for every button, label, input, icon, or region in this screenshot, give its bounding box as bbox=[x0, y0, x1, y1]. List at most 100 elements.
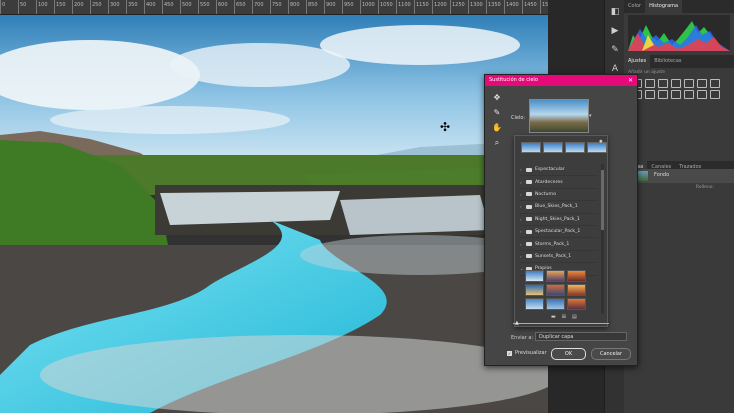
color-balance-icon[interactable] bbox=[710, 79, 720, 88]
ruler-label: 600 bbox=[218, 2, 228, 8]
layer-name: Fondo bbox=[654, 172, 670, 178]
ruler-tick bbox=[522, 0, 523, 14]
layer-row-fondo[interactable]: Fondo bbox=[624, 169, 734, 183]
ruler-tick bbox=[144, 0, 145, 14]
ruler-tick bbox=[252, 0, 253, 14]
exposure-icon[interactable] bbox=[671, 79, 681, 88]
folder-item[interactable]: › Spectacular_Pack_1 bbox=[520, 226, 598, 239]
curves-icon[interactable] bbox=[658, 79, 668, 88]
recent-presets bbox=[515, 136, 607, 153]
ruler-tick bbox=[90, 0, 91, 14]
tab-color[interactable]: Color bbox=[624, 0, 645, 13]
slider-knob-icon[interactable]: ▲ bbox=[515, 320, 519, 326]
ruler-label: 1050 bbox=[380, 2, 393, 8]
ruler-label: 1350 bbox=[488, 2, 501, 8]
tab-adjustments[interactable]: Ajustes bbox=[624, 55, 651, 68]
ruler-tick bbox=[378, 0, 379, 14]
recent-sky-4[interactable] bbox=[587, 142, 607, 153]
dialog-title-bar[interactable]: Sustitución de cielo ✕ bbox=[485, 75, 637, 86]
ruler-label: 400 bbox=[146, 2, 156, 8]
sky-thumbnail[interactable] bbox=[529, 99, 589, 133]
folder-label: Night_Skies_Pack_1 bbox=[535, 216, 580, 222]
move-cursor-icon: ✣ bbox=[440, 120, 451, 134]
sky-preset-thumb[interactable] bbox=[525, 270, 544, 282]
new-preset-icon[interactable]: ⊞ bbox=[562, 314, 566, 320]
output-label: Enviar a: bbox=[511, 335, 534, 341]
color-icon[interactable]: ◧ bbox=[608, 7, 622, 19]
photo-filter-icon[interactable] bbox=[645, 90, 655, 99]
recent-sky-1[interactable] bbox=[521, 142, 541, 153]
folder-item[interactable]: › Storms_Pack_1 bbox=[520, 238, 598, 251]
tab-histogram[interactable]: Histograma bbox=[645, 0, 683, 13]
custom-sky-grid bbox=[525, 270, 586, 310]
chevron-down-icon[interactable]: ▾ bbox=[589, 113, 592, 119]
ruler-label: 800 bbox=[290, 2, 300, 8]
folder-icon bbox=[526, 242, 532, 247]
preview-checkbox[interactable]: ✓ Previsualizar bbox=[507, 350, 547, 356]
folder-item[interactable]: › Sunsets_Pack_1 bbox=[520, 251, 598, 264]
thumb-size-slider[interactable] bbox=[513, 323, 609, 324]
gear-icon[interactable]: ✹ bbox=[599, 139, 603, 145]
recent-sky-2[interactable] bbox=[543, 142, 563, 153]
folder-label: Blue_Skies_Pack_1 bbox=[535, 204, 578, 210]
recent-sky-3[interactable] bbox=[565, 142, 585, 153]
dialog-title: Sustitución de cielo bbox=[489, 77, 538, 83]
folder-label: Spectacular_Pack_1 bbox=[535, 229, 581, 235]
ruler-tick bbox=[504, 0, 505, 14]
close-icon[interactable]: ✕ bbox=[628, 75, 633, 86]
ok-button[interactable]: OK bbox=[551, 348, 586, 360]
folder-item[interactable]: › Blue_Skies_Pack_1 bbox=[520, 201, 598, 214]
ruler-tick bbox=[234, 0, 235, 14]
sky-preset-thumb[interactable] bbox=[546, 284, 565, 296]
ruler-tick bbox=[270, 0, 271, 14]
sky-preset-thumb[interactable] bbox=[525, 298, 544, 310]
folder-item[interactable]: › Espectacular bbox=[520, 164, 598, 177]
sky-preset-thumb[interactable] bbox=[525, 284, 544, 296]
brush-icon[interactable]: ✎ bbox=[491, 108, 503, 117]
ruler-label: 1100 bbox=[398, 2, 411, 8]
sky-preset-thumb[interactable] bbox=[567, 284, 586, 296]
zoom-icon[interactable]: ⌕ bbox=[491, 138, 503, 148]
folder-icon bbox=[526, 217, 532, 222]
ruler-tick bbox=[342, 0, 343, 14]
cancel-button[interactable]: Cancelar bbox=[591, 348, 631, 360]
ruler-tick bbox=[324, 0, 325, 14]
tab-libraries[interactable]: Bibliotecas bbox=[650, 55, 685, 68]
sky-preset-thumb[interactable] bbox=[567, 298, 586, 310]
ruler-label: 1400 bbox=[506, 2, 519, 8]
scrollbar-thumb[interactable] bbox=[601, 170, 604, 230]
threshold-icon[interactable] bbox=[710, 90, 720, 99]
new-folder-icon[interactable]: ▬ bbox=[551, 314, 556, 320]
output-select[interactable]: Duplicar capa bbox=[535, 332, 627, 341]
folder-label: Espectacular bbox=[535, 167, 565, 173]
invert-icon[interactable] bbox=[684, 90, 694, 99]
channel-mixer-icon[interactable] bbox=[658, 90, 668, 99]
hand-icon[interactable]: ✋ bbox=[491, 123, 503, 132]
folder-item[interactable]: › Night_Skies_Pack_1 bbox=[520, 214, 598, 226]
sky-preset-thumb[interactable] bbox=[546, 270, 565, 282]
ruler-label: 350 bbox=[128, 2, 138, 8]
levels-icon[interactable] bbox=[645, 79, 655, 88]
posterize-icon[interactable] bbox=[697, 90, 707, 99]
ruler-label: 150 bbox=[56, 2, 66, 8]
ruler-label: 700 bbox=[254, 2, 264, 8]
hue-icon[interactable] bbox=[697, 79, 707, 88]
vibrance-icon[interactable] bbox=[684, 79, 694, 88]
fill-label: Relleno: bbox=[695, 185, 714, 190]
folder-label: Atardeceres bbox=[535, 179, 563, 185]
adjust-subtitle: Añadir un ajuste bbox=[628, 70, 665, 75]
play-icon[interactable]: ▶ bbox=[608, 26, 622, 38]
ruler-label: 500 bbox=[182, 2, 192, 8]
right-panels: Color Histograma Ajustes Bibliotecas Aña… bbox=[624, 0, 734, 413]
image-canvas[interactable] bbox=[0, 15, 548, 413]
folder-item[interactable]: › Atardeceres bbox=[520, 176, 598, 189]
folder-item[interactable]: › Nocturno bbox=[520, 189, 598, 202]
sky-preset-thumb[interactable] bbox=[546, 298, 565, 310]
dropdown-scrollbar[interactable] bbox=[601, 164, 604, 314]
sky-preset-thumb[interactable] bbox=[567, 270, 586, 282]
trash-icon[interactable]: ▤ bbox=[572, 314, 577, 320]
brush-panel-icon[interactable]: ✎ bbox=[608, 45, 622, 57]
move-icon[interactable]: ✥ bbox=[491, 93, 503, 102]
lookup-icon[interactable] bbox=[671, 90, 681, 99]
ruler-label: 550 bbox=[200, 2, 210, 8]
